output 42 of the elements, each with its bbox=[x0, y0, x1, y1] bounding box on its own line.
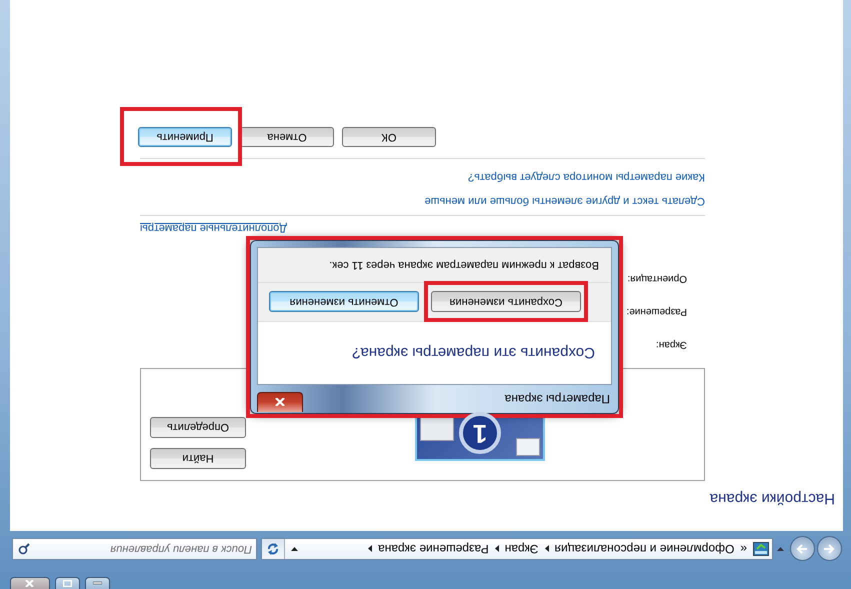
chevron-icon[interactable] bbox=[494, 546, 499, 552]
breadcrumb[interactable]: Оформление и персонализация bbox=[554, 542, 734, 556]
breadcrumb[interactable]: Разрешение экрана bbox=[378, 542, 489, 556]
button[interactable]: Применить bbox=[138, 127, 232, 147]
setting-label: Разрешение: bbox=[626, 305, 687, 318]
minimize-icon bbox=[93, 582, 102, 586]
advanced-settings-link[interactable]: Дополнительные параметры bbox=[140, 222, 287, 234]
dropdown-arrow-icon[interactable] bbox=[291, 547, 298, 551]
close-button[interactable] bbox=[257, 392, 303, 412]
dialog-title: Параметры экрана bbox=[504, 392, 610, 406]
maximize-icon bbox=[63, 580, 72, 587]
address-bar[interactable]: « Оформление и персонализация Экран Разрешение экрана bbox=[261, 538, 773, 560]
back-button[interactable] bbox=[817, 536, 842, 562]
chevron-icon[interactable] bbox=[368, 546, 372, 552]
breadcrumb[interactable]: Экран bbox=[504, 542, 539, 556]
setting-label: Ориентация: bbox=[627, 272, 687, 285]
search-icon bbox=[18, 543, 30, 555]
help-link[interactable]: Сделать текст и другие элементы больше или меньше bbox=[424, 195, 705, 207]
chevron-icon[interactable] bbox=[544, 546, 549, 552]
refresh-icon bbox=[266, 542, 280, 556]
close-icon bbox=[26, 580, 34, 587]
button[interactable]: Отменить изменения bbox=[269, 292, 419, 312]
close-button[interactable] bbox=[10, 577, 50, 589]
minimize-button[interactable] bbox=[85, 577, 110, 589]
monitor-number: 1 bbox=[459, 412, 501, 454]
refresh-button[interactable] bbox=[262, 539, 285, 559]
close-icon bbox=[275, 398, 285, 406]
button[interactable]: Определить bbox=[150, 417, 246, 438]
maximize-button[interactable] bbox=[55, 577, 80, 589]
dialog-question: Сохранить эти параметры экрана? bbox=[352, 344, 595, 362]
search-field[interactable]: Поиск в панели управления bbox=[12, 538, 257, 560]
setting-label: Экран: bbox=[656, 338, 687, 351]
help-link[interactable]: Какие параметры монитора следует выбрать? bbox=[468, 171, 705, 183]
button[interactable]: Отмена bbox=[240, 127, 334, 147]
folder-icon bbox=[753, 542, 769, 556]
countdown-text: Возврат к прежним параметрам экрана через 11 сек. bbox=[329, 259, 599, 271]
button[interactable]: Найти bbox=[150, 448, 246, 469]
button[interactable]: Сохранить изменения bbox=[431, 292, 581, 312]
forward-button[interactable] bbox=[790, 536, 815, 562]
overflow-chevron[interactable]: « bbox=[740, 542, 747, 556]
button[interactable]: ОК bbox=[342, 127, 436, 147]
page-title: Настройки экрана bbox=[708, 489, 835, 507]
